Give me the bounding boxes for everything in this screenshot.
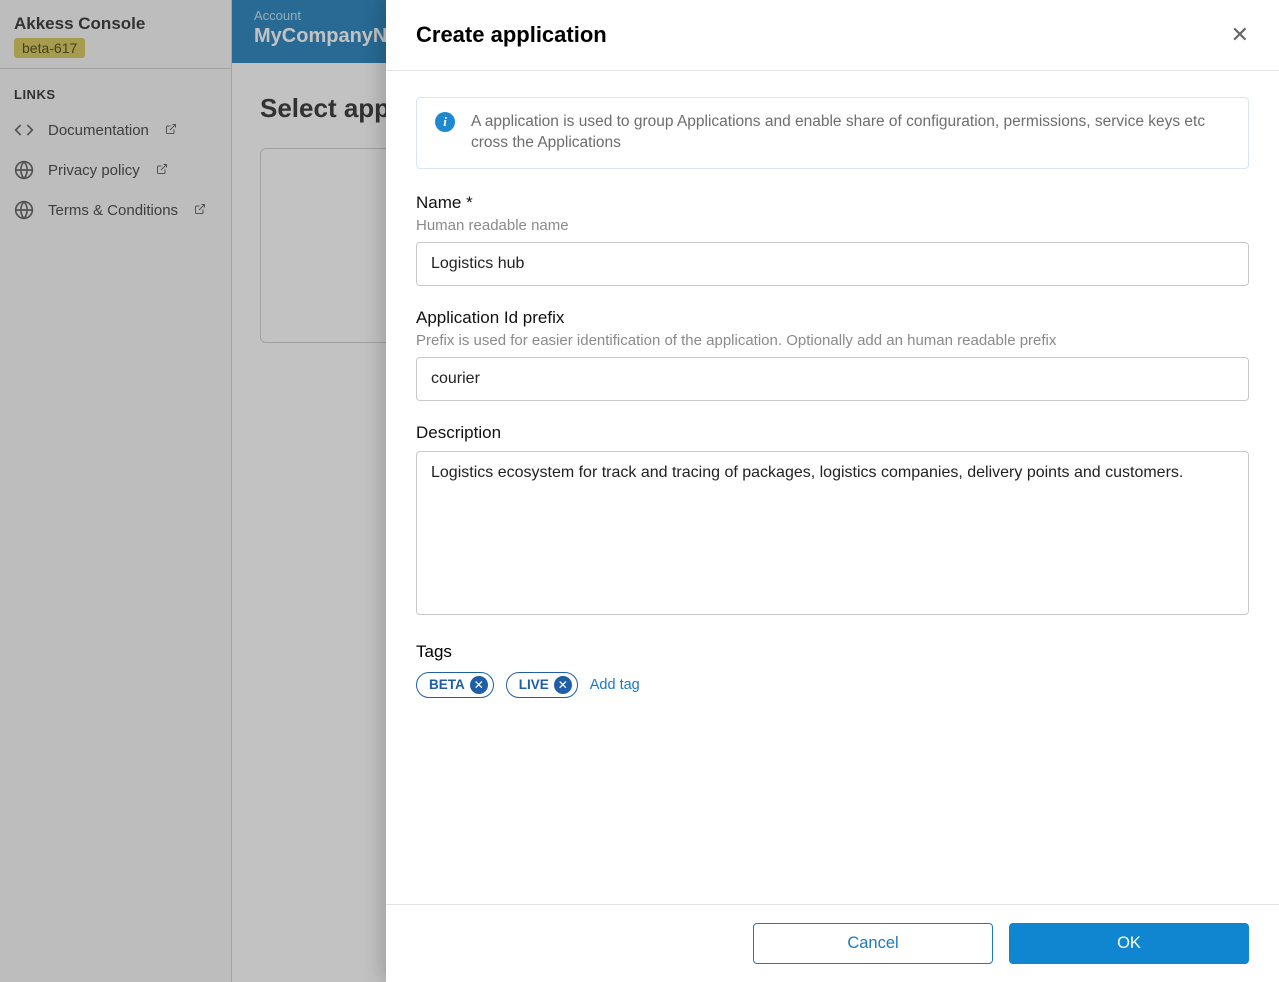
name-input[interactable] bbox=[416, 242, 1249, 286]
close-icon[interactable]: ✕ bbox=[1231, 24, 1249, 46]
ok-button[interactable]: OK bbox=[1009, 923, 1249, 964]
remove-tag-icon[interactable]: ✕ bbox=[470, 676, 488, 694]
tag-chip-beta: BETA ✕ bbox=[416, 672, 494, 698]
dialog-body: i A application is used to group Applica… bbox=[386, 71, 1279, 904]
dialog-header: Create application ✕ bbox=[386, 0, 1279, 71]
tags-label: Tags bbox=[416, 642, 1249, 662]
name-label: Name * bbox=[416, 193, 1249, 213]
create-application-dialog: Create application ✕ i A application is … bbox=[386, 0, 1279, 982]
prefix-label: Application Id prefix bbox=[416, 308, 1249, 328]
info-text: A application is used to group Applicati… bbox=[471, 112, 1230, 154]
description-label: Description bbox=[416, 423, 1249, 443]
prefix-input[interactable] bbox=[416, 357, 1249, 401]
tags-row: BETA ✕ LIVE ✕ Add tag bbox=[416, 672, 1249, 698]
dialog-title: Create application bbox=[416, 22, 607, 48]
dialog-footer: Cancel OK bbox=[386, 904, 1279, 982]
tag-text: LIVE bbox=[519, 677, 549, 692]
cancel-button[interactable]: Cancel bbox=[753, 923, 993, 964]
field-prefix: Application Id prefix Prefix is used for… bbox=[416, 308, 1249, 401]
info-box: i A application is used to group Applica… bbox=[416, 97, 1249, 169]
field-name: Name * Human readable name bbox=[416, 193, 1249, 286]
field-description: Description bbox=[416, 423, 1249, 620]
field-tags: Tags BETA ✕ LIVE ✕ Add tag bbox=[416, 642, 1249, 698]
tag-chip-live: LIVE ✕ bbox=[506, 672, 578, 698]
description-input[interactable] bbox=[416, 451, 1249, 615]
name-help: Human readable name bbox=[416, 217, 1249, 234]
info-icon: i bbox=[435, 112, 455, 132]
add-tag-button[interactable]: Add tag bbox=[590, 677, 640, 693]
prefix-help: Prefix is used for easier identification… bbox=[416, 332, 1249, 349]
remove-tag-icon[interactable]: ✕ bbox=[554, 676, 572, 694]
tag-text: BETA bbox=[429, 677, 465, 692]
